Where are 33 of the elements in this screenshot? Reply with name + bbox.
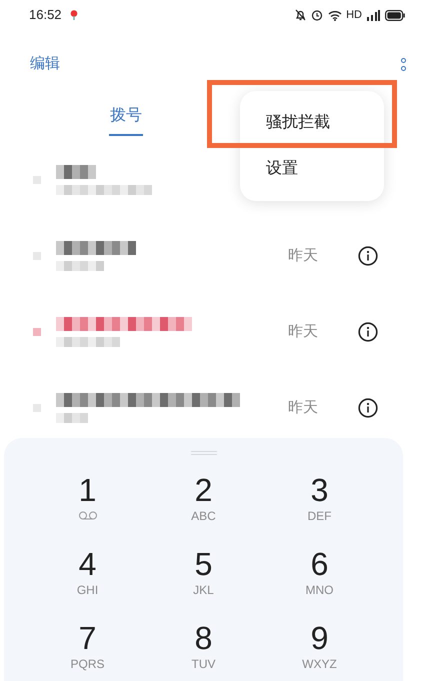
alarm-icon [311,9,324,21]
dial-key[interactable]: 2 ABC [146,473,262,531]
dial-key[interactable]: 1 [30,473,146,531]
info-icon[interactable] [358,246,378,266]
voicemail-icon [78,511,98,520]
dial-key[interactable]: 7 PQRS [30,621,146,679]
bell-off-icon [295,9,306,21]
info-icon[interactable] [358,398,378,418]
battery-icon [385,10,405,20]
dial-key[interactable]: 4 GHI [30,547,146,605]
dial-key[interactable]: 8 TUV [146,621,262,679]
signal-icon [366,10,380,20]
tab[interactable]: 拨号 [109,98,143,136]
pixelated-text [56,261,104,271]
pixelated-text [56,165,96,179]
clock-time: 16:52 [29,6,62,24]
info-icon[interactable] [358,322,378,342]
more-icon[interactable] [401,58,406,70]
dial-key[interactable]: 6 MNO [262,547,378,605]
call-time: 昨天 [288,398,318,418]
dial-key[interactable]: 3 DEF [262,473,378,531]
call-time: 昨天 [288,246,318,266]
menu-item[interactable]: 设置 [240,146,384,192]
dial-key[interactable]: 9 WXYZ [262,621,378,679]
edit-button[interactable]: 编辑 [30,52,60,76]
network-label: HD [346,8,362,23]
call-time: 昨天 [288,322,318,342]
menu-item[interactable]: 骚扰拦截 [240,100,384,146]
pixelated-text [56,337,120,347]
dial-key[interactable]: 5 JKL [146,547,262,605]
location-pin-icon [70,10,78,20]
wifi-icon [328,10,342,20]
pixelated-text [56,413,88,423]
